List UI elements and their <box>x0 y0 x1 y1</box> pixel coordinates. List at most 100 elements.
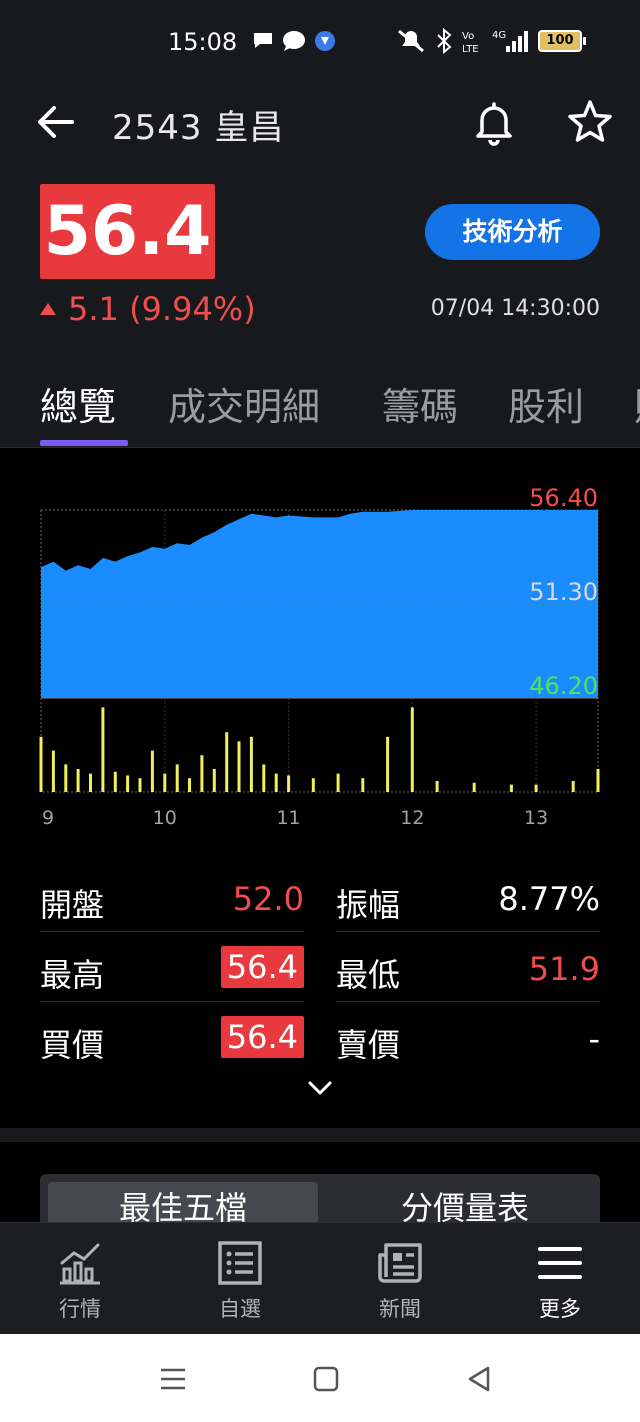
market-chart-icon <box>60 1243 100 1285</box>
volume-bar <box>435 781 439 792</box>
status-bar: 15:08 Vo LTE 4G 100 <box>0 0 640 86</box>
volume-bar <box>200 755 204 792</box>
volume-bar <box>249 736 253 792</box>
stat-value: 51.9 <box>528 950 600 988</box>
message-icon <box>283 31 305 51</box>
volume-bar <box>262 764 266 792</box>
volume-bar <box>534 784 538 792</box>
system-navigation-bar <box>0 1334 640 1422</box>
tab-indicator <box>40 440 128 446</box>
volume-bar <box>311 778 315 792</box>
nav-label: 新聞 <box>379 1297 421 1321</box>
volume-bar <box>101 707 105 792</box>
volume-bar <box>188 778 191 792</box>
tab-overflow[interactable]: 財 <box>634 376 640 431</box>
y-label-high: 56.40 <box>529 484 598 512</box>
battery-indicator: 100 <box>538 30 586 52</box>
stat-value: 52.0 <box>232 880 304 918</box>
section-divider <box>0 1128 640 1142</box>
app-icon <box>315 31 335 51</box>
volume-bar <box>571 781 575 792</box>
tab-trade-details[interactable]: 成交明細 <box>168 376 320 431</box>
x-tick-label: 9 <box>42 807 54 829</box>
bottom-navigation: 行情 自選 新聞 更多 <box>0 1222 640 1334</box>
tab-chips[interactable]: 籌碼 <box>382 376 458 431</box>
price-change-text: 5.1 (9.94%) <box>68 290 256 328</box>
stat-amplitude: 振幅 8.77% <box>336 864 600 932</box>
price-change: 5.1 (9.94%) <box>40 290 256 328</box>
technical-analysis-button[interactable]: 技術分析 <box>425 204 600 260</box>
back-arrow-icon[interactable] <box>36 104 76 140</box>
volume-bar <box>51 750 55 792</box>
stock-title: 2543 皇昌 <box>112 108 285 148</box>
nav-item-news[interactable]: 新聞 <box>320 1223 480 1335</box>
stat-label: 最低 <box>336 956 401 994</box>
stat-high: 最高 56.4 <box>40 934 304 1002</box>
news-icon <box>378 1243 422 1283</box>
chevron-down-icon[interactable] <box>306 1078 334 1098</box>
volume-bar <box>361 778 365 792</box>
stat-ask: 賣價 - <box>336 1004 600 1072</box>
intraday-chart[interactable]: 56.40 51.30 46.20 9 10 11 12 13 <box>0 448 640 848</box>
y-label-low: 46.20 <box>529 672 598 700</box>
home-icon[interactable] <box>311 1364 341 1394</box>
stat-value: 56.4 <box>220 946 304 988</box>
volume-bar <box>225 732 229 792</box>
stat-low: 最低 51.9 <box>336 934 600 1002</box>
tab-bar: 總覽 成交明細 籌碼 股利 財 <box>0 358 640 448</box>
chat-bubble-icon <box>254 33 272 48</box>
quote-stats: 開盤 52.0 振幅 8.77% 最高 56.4 最低 51.9 買價 56.4… <box>0 848 640 1128</box>
stat-label: 開盤 <box>40 886 105 924</box>
system-status-icons: Vo LTE 4G 100 <box>396 28 586 54</box>
bell-icon[interactable] <box>470 98 518 146</box>
back-triangle-icon[interactable] <box>464 1364 494 1394</box>
volume-bar <box>150 750 154 792</box>
stat-open: 開盤 52.0 <box>40 864 304 932</box>
stat-bid: 買價 56.4 <box>40 1004 304 1072</box>
star-icon[interactable] <box>566 98 614 146</box>
volume-bar <box>237 741 241 792</box>
tab-overview[interactable]: 總覽 <box>40 376 116 431</box>
recent-apps-icon[interactable] <box>158 1364 188 1394</box>
stat-label: 賣價 <box>336 1026 401 1064</box>
status-time: 15:08 <box>168 28 238 56</box>
stat-value: 56.4 <box>220 1016 304 1058</box>
current-price: 56.4 <box>40 184 215 279</box>
nav-item-more[interactable]: 更多 <box>480 1223 640 1335</box>
volume-bar <box>64 764 68 792</box>
watchlist-icon <box>218 1241 262 1285</box>
order-book-section: 最佳五檔 分價量表 <box>0 1142 640 1234</box>
volume-bar <box>596 769 600 792</box>
volte-icon: Vo LTE <box>462 31 479 54</box>
nav-item-market[interactable]: 行情 <box>0 1223 160 1335</box>
volume-bar <box>410 707 414 792</box>
volume-bar <box>509 784 513 792</box>
svg-text:Vo: Vo <box>462 31 474 42</box>
quote-timestamp: 07/04 14:30:00 <box>430 296 600 321</box>
bluetooth-icon <box>437 28 452 54</box>
volume-bar <box>138 778 142 792</box>
volume-bar <box>163 773 167 792</box>
svg-text:LTE: LTE <box>462 44 479 54</box>
volume-bar <box>274 773 278 792</box>
hamburger-menu-icon <box>538 1247 582 1279</box>
volume-bar <box>212 769 216 792</box>
stat-value: 8.77% <box>498 880 600 918</box>
volume-bar <box>76 769 80 792</box>
x-tick-label: 12 <box>400 807 424 829</box>
tab-dividend[interactable]: 股利 <box>508 376 584 431</box>
volume-bar <box>336 773 340 792</box>
nav-item-watchlist[interactable]: 自選 <box>160 1223 320 1335</box>
nav-label: 行情 <box>59 1297 101 1321</box>
nav-label: 自選 <box>219 1297 261 1321</box>
nav-label: 更多 <box>539 1297 581 1321</box>
volume-bar <box>287 775 291 792</box>
stat-value: - <box>588 1020 600 1058</box>
stat-label: 買價 <box>40 1026 105 1064</box>
x-tick-label: 13 <box>524 807 548 829</box>
svg-text:4G: 4G <box>492 30 506 41</box>
volume-bar <box>472 782 476 792</box>
volume-bar <box>39 736 43 792</box>
volume-bar <box>386 736 390 792</box>
mute-icon <box>398 29 424 53</box>
